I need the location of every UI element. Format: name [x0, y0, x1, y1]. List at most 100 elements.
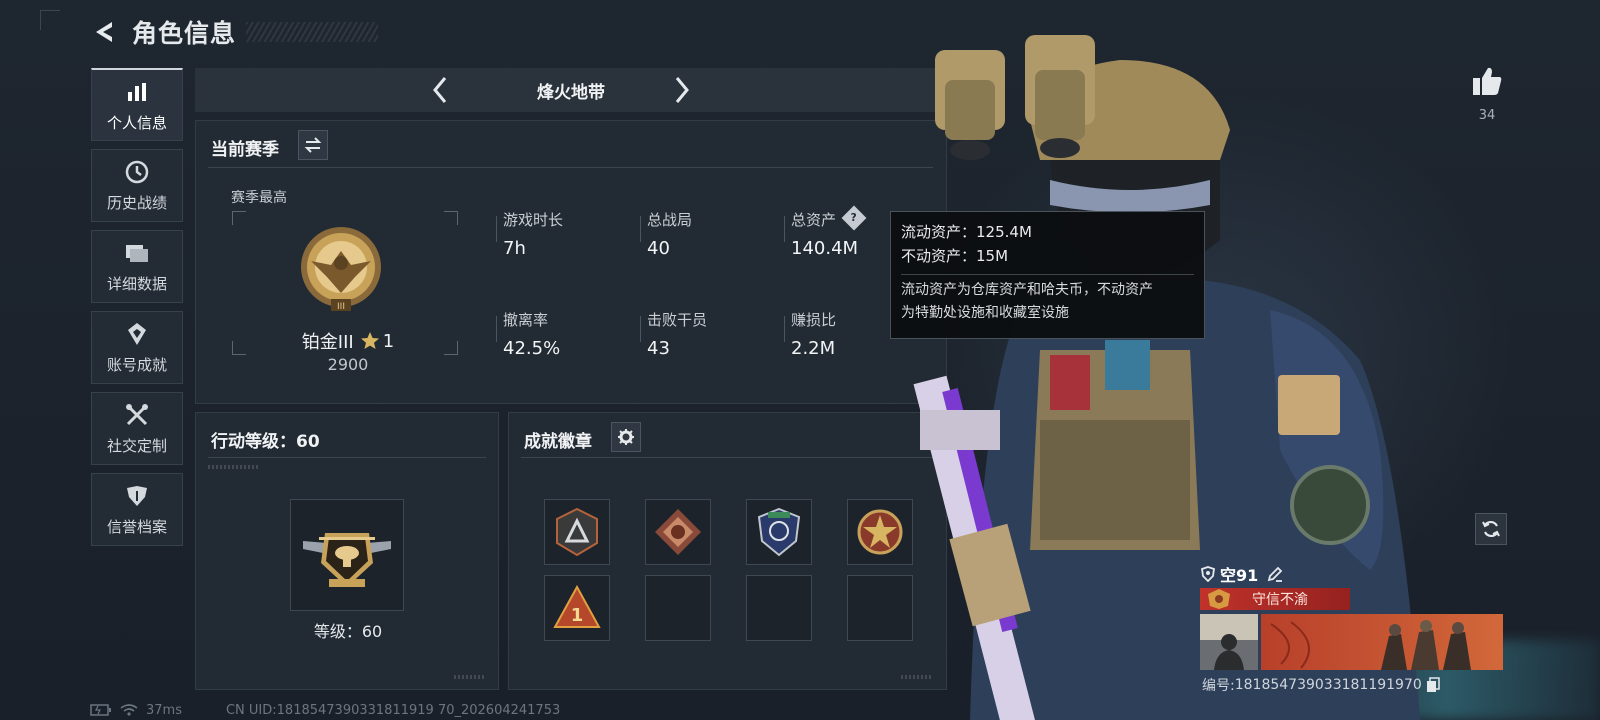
player-id-label: 编号:	[1202, 678, 1235, 694]
stat-separator	[496, 216, 497, 242]
action-level-title: 行动等级：60	[211, 432, 320, 452]
name-card-banner[interactable]	[1261, 614, 1503, 670]
divider	[208, 457, 486, 458]
stat-separator	[784, 316, 785, 342]
folder-icon	[123, 239, 151, 267]
tooltip-divider	[901, 274, 1194, 275]
decoration	[208, 465, 258, 469]
tools-icon	[123, 401, 151, 429]
star-badge-icon	[857, 509, 903, 555]
avatar[interactable]	[1200, 614, 1258, 670]
frame-corner	[444, 211, 458, 225]
tooltip-liquid-value: 125.4M	[976, 223, 1032, 241]
sidebar-item-reputation[interactable]: 信誉档案	[91, 473, 183, 546]
stat-separator	[640, 216, 641, 242]
swap-icon	[304, 137, 322, 153]
wifi-icon	[120, 704, 138, 716]
frame-corner	[232, 341, 246, 355]
platinum-rank-icon: III	[301, 227, 381, 312]
assets-tooltip: 流动资产：125.4M 不动资产：15M 流动资产为仓库资产和哈夫币，不动资产 …	[890, 211, 1205, 339]
stat-separator	[640, 316, 641, 342]
player-id-value: 1818547390331811919	[1234, 677, 1404, 693]
back-arrow-icon	[96, 22, 112, 42]
badges-title: 成就徽章	[524, 432, 592, 452]
tooltip-desc-line2: 为特勤处设施和收藏室设施	[901, 305, 1069, 321]
ping: 37ms	[146, 702, 182, 718]
back-button[interactable]	[90, 17, 120, 47]
triangle-badge-icon	[556, 507, 598, 557]
mode-switcher: 烽火地带	[195, 68, 947, 112]
page-title: 角色信息	[132, 19, 237, 48]
sidebar-item-social-custom[interactable]: 社交定制	[91, 392, 183, 465]
edit-pencil-icon[interactable]	[1266, 565, 1284, 583]
tooltip-fixed-row: 不动资产：15M	[901, 244, 1194, 268]
stat-value-total-assets: 140.4M	[791, 238, 859, 259]
tooltip-desc-line1: 流动资产为仓库资产和哈夫币，不动资产	[901, 282, 1153, 298]
stat-value-total-matches: 40	[647, 238, 670, 259]
tooltip-fixed-label: 不动资产：	[901, 247, 977, 265]
refresh-button[interactable]	[1475, 513, 1507, 545]
sidebar-item-label: 历史战绩	[106, 194, 167, 212]
stat-separator	[784, 216, 785, 242]
helicopter-emblem-icon	[303, 533, 391, 587]
chevron-left-icon	[433, 77, 447, 103]
sidebar: 个人信息 历史战绩 详细数据 账号成就 社交定制 信誉档案	[91, 68, 183, 554]
badge-slot-empty[interactable]	[645, 575, 711, 641]
badge-slot-triangle[interactable]	[544, 499, 610, 565]
refresh-icon	[1482, 520, 1500, 538]
sidebar-item-label: 信誉档案	[106, 518, 167, 536]
player-name: 空91	[1220, 566, 1259, 585]
sidebar-item-personal-info[interactable]: 个人信息	[91, 68, 183, 141]
status-bar: 37ms CN UID:1818547390331811919 70_20260…	[90, 700, 560, 720]
svg-text:III: III	[337, 302, 345, 312]
copy-icon[interactable]	[1426, 677, 1440, 693]
sidebar-item-label: 社交定制	[106, 437, 167, 455]
stat-separator	[496, 316, 497, 342]
profile-cards	[1200, 614, 1503, 670]
title-emblem-icon	[1208, 589, 1230, 609]
sidebar-item-label: 账号成就	[106, 356, 167, 374]
chevron-right-icon	[675, 77, 689, 103]
player-title: 守信不渝	[1252, 592, 1308, 608]
badge-slot-number-one[interactable]: 1	[544, 575, 610, 641]
dragon-badge-icon	[655, 509, 701, 555]
sidebar-item-history[interactable]: 历史战绩	[91, 149, 183, 222]
corner-decoration	[40, 10, 60, 30]
badge-slot-shield[interactable]	[746, 499, 812, 565]
header: 角色信息	[90, 14, 236, 50]
clock-icon	[123, 158, 151, 186]
divider	[521, 457, 933, 458]
stat-label-extraction-rate: 撤离率	[503, 311, 549, 329]
help-icon[interactable]: ?	[841, 205, 867, 231]
uid-text: CN UID:1818547390331811919 70_2026042417…	[225, 702, 561, 718]
sidebar-item-achievements[interactable]: 账号成就	[91, 311, 183, 384]
mode-next-button[interactable]	[667, 75, 697, 105]
stat-value-operators-defeated: 43	[647, 338, 670, 359]
like-count: 34	[1478, 108, 1496, 123]
frame-corner	[444, 341, 458, 355]
badges-panel: 成就徽章 1	[508, 412, 947, 690]
badges-settings-button[interactable]	[611, 422, 641, 452]
badge-slot-empty[interactable]	[746, 575, 812, 641]
battery-icon	[90, 704, 111, 716]
like-button[interactable]: 34	[1462, 64, 1512, 123]
action-level-panel: 行动等级：60 等级：60	[195, 412, 499, 690]
title-banner: 守信不渝	[1200, 588, 1350, 610]
sidebar-item-detailed-data[interactable]: 详细数据	[91, 230, 183, 303]
stat-label-total-matches: 总战局	[647, 211, 693, 229]
tooltip-liquid-label: 流动资产：	[901, 223, 977, 241]
season-switch-button[interactable]	[298, 130, 328, 160]
mode-prev-button[interactable]	[425, 75, 455, 105]
rank-points: 2900	[327, 355, 369, 374]
rank-stars: 1	[382, 330, 395, 352]
star-icon	[360, 332, 379, 349]
season-title: 当前赛季	[211, 140, 279, 160]
badge-slot-dragon[interactable]	[645, 499, 711, 565]
header-stripes	[246, 22, 378, 42]
mode-title: 烽火地带	[537, 82, 605, 103]
shield-wing-icon	[123, 482, 151, 510]
stat-label-play-time: 游戏时长	[503, 211, 564, 229]
tooltip-liquid-row: 流动资产：125.4M	[901, 220, 1194, 244]
stat-value-play-time: 7h	[503, 238, 526, 259]
player-id-row: 编号: 1818547390331811919 70	[1202, 675, 1440, 695]
